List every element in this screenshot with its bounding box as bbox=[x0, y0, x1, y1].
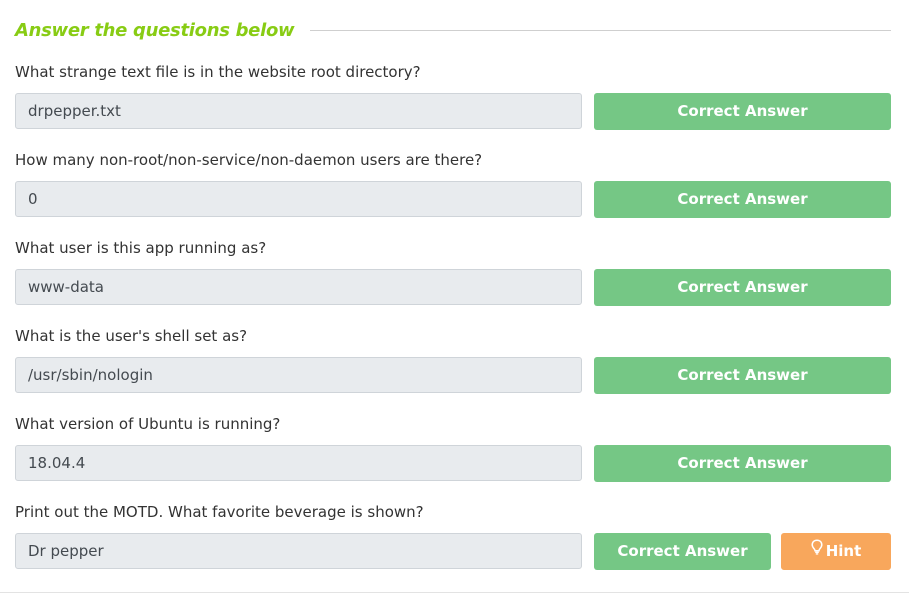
question-label: Print out the MOTD. What favorite bevera… bbox=[15, 503, 424, 521]
correct-answer-button[interactable]: Correct Answer bbox=[594, 445, 891, 482]
correct-answer-button[interactable]: Correct Answer bbox=[594, 533, 771, 570]
question-item: How many non-root/non-service/non-daemon… bbox=[0, 151, 909, 239]
section-divider bbox=[310, 30, 891, 31]
section-header: Answer the questions below bbox=[15, 17, 891, 43]
section-title: Answer the questions below bbox=[15, 19, 295, 41]
question-item: What version of Ubuntu is running? 18.04… bbox=[0, 415, 909, 503]
answer-field[interactable]: 0 bbox=[15, 181, 582, 217]
question-item: Print out the MOTD. What favorite bevera… bbox=[0, 503, 909, 591]
question-item: What user is this app running as? www-da… bbox=[0, 239, 909, 327]
hint-button[interactable]: Hint bbox=[781, 533, 891, 570]
answer-field[interactable]: www-data bbox=[15, 269, 582, 305]
correct-answer-button[interactable]: Correct Answer bbox=[594, 357, 891, 394]
answer-field[interactable]: Dr pepper bbox=[15, 533, 582, 569]
answer-field[interactable]: 18.04.4 bbox=[15, 445, 582, 481]
question-label: What is the user's shell set as? bbox=[15, 327, 248, 345]
task-questions-panel: Answer the questions below What strange … bbox=[0, 0, 909, 595]
bottom-divider bbox=[0, 592, 909, 593]
hint-label: Hint bbox=[825, 542, 862, 560]
question-label: What user is this app running as? bbox=[15, 239, 267, 257]
lightbulb-icon bbox=[811, 532, 823, 569]
question-label: What version of Ubuntu is running? bbox=[15, 415, 281, 433]
question-item: What strange text file is in the website… bbox=[0, 63, 909, 151]
question-item: What is the user's shell set as? /usr/sb… bbox=[0, 327, 909, 415]
question-label: What strange text file is in the website… bbox=[15, 63, 421, 81]
answer-field[interactable]: /usr/sbin/nologin bbox=[15, 357, 582, 393]
answer-field[interactable]: drpepper.txt bbox=[15, 93, 582, 129]
correct-answer-button[interactable]: Correct Answer bbox=[594, 93, 891, 130]
question-label: How many non-root/non-service/non-daemon… bbox=[15, 151, 483, 169]
correct-answer-button[interactable]: Correct Answer bbox=[594, 269, 891, 306]
correct-answer-button[interactable]: Correct Answer bbox=[594, 181, 891, 218]
